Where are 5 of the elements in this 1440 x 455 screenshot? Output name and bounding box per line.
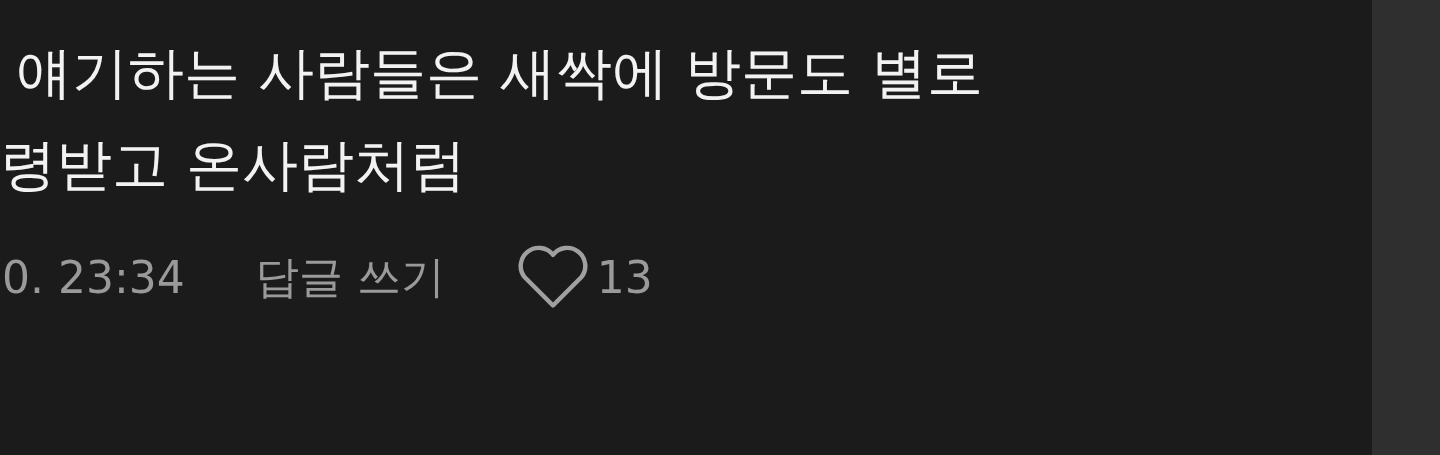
like-button[interactable]: 13 [514,242,653,312]
comment-time: 0. 23:34 [2,251,185,303]
comment-text: 령받고 온사람처럼 [0,131,466,199]
comment-text: 얘기하는 사람들은 새싹에 방문도 별로 [16,39,984,107]
reply-link[interactable]: 답글 쓰기 [254,247,445,307]
